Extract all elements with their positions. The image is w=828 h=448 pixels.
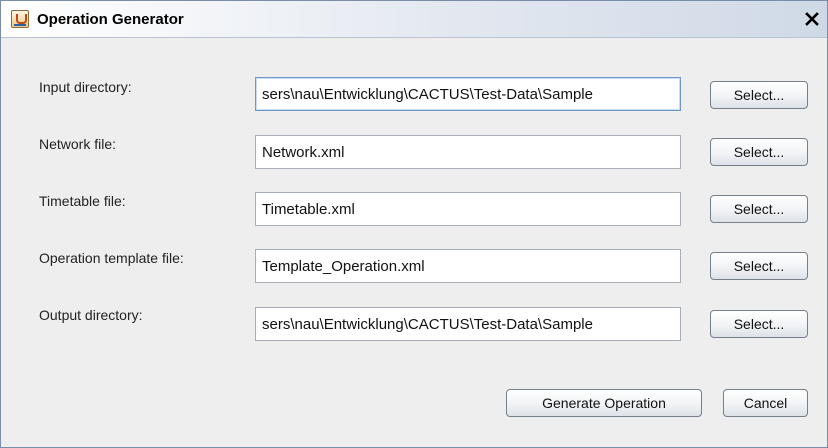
title-bar[interactable]: Operation Generator xyxy=(1,1,827,38)
network-file-field[interactable] xyxy=(255,135,681,169)
operation-template-file-label: Operation template file: xyxy=(39,250,184,266)
window-title: Operation Generator xyxy=(37,11,184,28)
timetable-file-label: Timetable file: xyxy=(39,193,126,209)
output-directory-label: Output directory: xyxy=(39,307,143,323)
input-directory-select-button[interactable]: Select... xyxy=(710,81,808,109)
java-cup-icon xyxy=(11,10,29,28)
close-button[interactable] xyxy=(803,9,821,29)
output-directory-select-button[interactable]: Select... xyxy=(710,310,808,338)
generate-operation-button[interactable]: Generate Operation xyxy=(506,389,702,417)
timetable-file-select-button[interactable]: Select... xyxy=(710,195,808,223)
close-icon xyxy=(805,12,819,26)
network-file-select-button[interactable]: Select... xyxy=(710,138,808,166)
operation-template-file-field[interactable] xyxy=(255,249,681,283)
cancel-button[interactable]: Cancel xyxy=(723,389,808,417)
input-directory-label: Input directory: xyxy=(39,79,132,95)
input-directory-field[interactable] xyxy=(255,77,681,111)
dialog-window: Operation Generator Input directory: Sel… xyxy=(0,0,828,448)
operation-template-select-button[interactable]: Select... xyxy=(710,252,808,280)
output-directory-field[interactable] xyxy=(255,307,681,341)
network-file-label: Network file: xyxy=(39,136,117,152)
timetable-file-field[interactable] xyxy=(255,192,681,226)
